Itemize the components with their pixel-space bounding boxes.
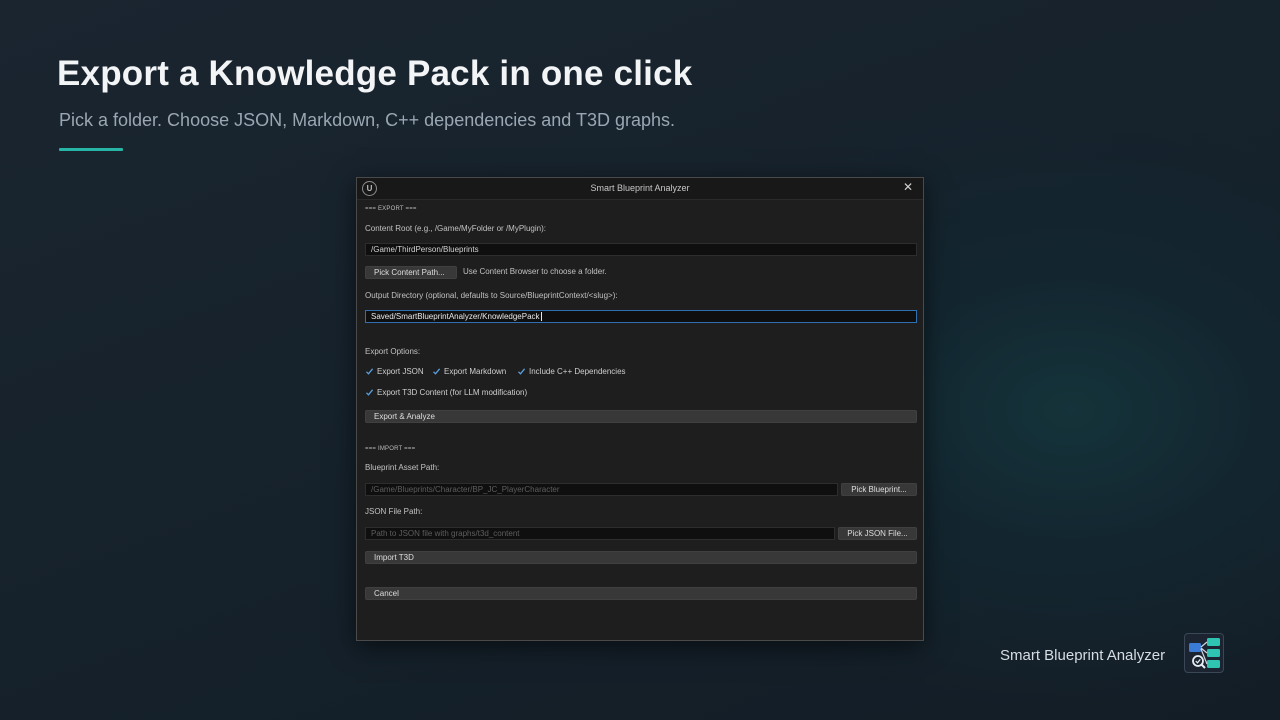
checkmark-icon — [365, 367, 374, 376]
window-titlebar[interactable]: U Smart Blueprint Analyzer ✕ — [357, 178, 923, 200]
content-root-label: Content Root (e.g., /Game/MyFolder or /M… — [365, 224, 546, 233]
output-directory-input[interactable]: Saved/SmartBlueprintAnalyzer/KnowledgePa… — [365, 310, 917, 323]
export-json-label: Export JSON — [377, 367, 424, 376]
output-directory-value: Saved/SmartBlueprintAnalyzer/KnowledgePa… — [371, 312, 540, 321]
export-json-checkbox[interactable]: Export JSON — [365, 367, 424, 376]
import-t3d-button[interactable]: Import T3D — [365, 551, 917, 564]
checkmark-icon — [517, 367, 526, 376]
export-t3d-content-label: Export T3D Content (for LLM modification… — [377, 388, 528, 397]
json-file-path-label: JSON File Path: — [365, 507, 423, 516]
checkmark-icon — [432, 367, 441, 376]
hero-subtitle: Pick a folder. Choose JSON, Markdown, C+… — [59, 110, 676, 130]
content-root-input[interactable]: /Game/ThirdPerson/Blueprints — [365, 243, 917, 256]
checkmark-icon — [365, 388, 374, 397]
close-icon[interactable]: ✕ — [901, 180, 915, 194]
pick-blueprint-button[interactable]: Pick Blueprint... — [841, 483, 917, 496]
pick-content-path-button[interactable]: Pick Content Path... — [365, 266, 457, 279]
include-cpp-dependencies-label: Include C++ Dependencies — [529, 367, 626, 376]
window-title: Smart Blueprint Analyzer — [590, 183, 690, 193]
include-cpp-dependencies-checkbox[interactable]: Include C++ Dependencies — [517, 367, 626, 376]
output-directory-label: Output Directory (optional, defaults to … — [365, 291, 618, 300]
export-section-label: === EXPORT === — [365, 206, 417, 212]
export-options-label: Export Options: — [365, 347, 421, 356]
pick-json-file-button[interactable]: Pick JSON File... — [838, 527, 917, 540]
blueprint-asset-path-input[interactable]: /Game/Blueprints/Character/BP_JC_PlayerC… — [365, 483, 838, 496]
export-markdown-checkbox[interactable]: Export Markdown — [432, 367, 506, 376]
export-t3d-content-checkbox[interactable]: Export T3D Content (for LLM modification… — [365, 388, 527, 397]
json-file-path-input[interactable]: Path to JSON file with graphs/t3d_conten… — [365, 527, 835, 540]
window-content: === EXPORT === Content Root (e.g., /Game… — [365, 200, 917, 638]
text-caret — [540, 312, 542, 322]
pick-content-hint: Use Content Browser to choose a folder. — [463, 267, 607, 276]
export-markdown-label: Export Markdown — [444, 367, 507, 376]
accent-bar — [59, 148, 123, 151]
brand-label: Smart Blueprint Analyzer — [1000, 647, 1166, 664]
cancel-button[interactable]: Cancel — [365, 587, 917, 600]
blueprint-asset-path-label: Blueprint Asset Path: — [365, 463, 440, 472]
export-analyze-button[interactable]: Export & Analyze — [365, 410, 917, 423]
import-section-label: === IMPORT === — [365, 446, 416, 452]
hero-title: Export a Knowledge Pack in one click — [57, 54, 693, 93]
blueprint-analyzer-icon — [1184, 633, 1224, 673]
smart-blueprint-analyzer-window: U Smart Blueprint Analyzer ✕ === EXPORT … — [356, 177, 924, 641]
